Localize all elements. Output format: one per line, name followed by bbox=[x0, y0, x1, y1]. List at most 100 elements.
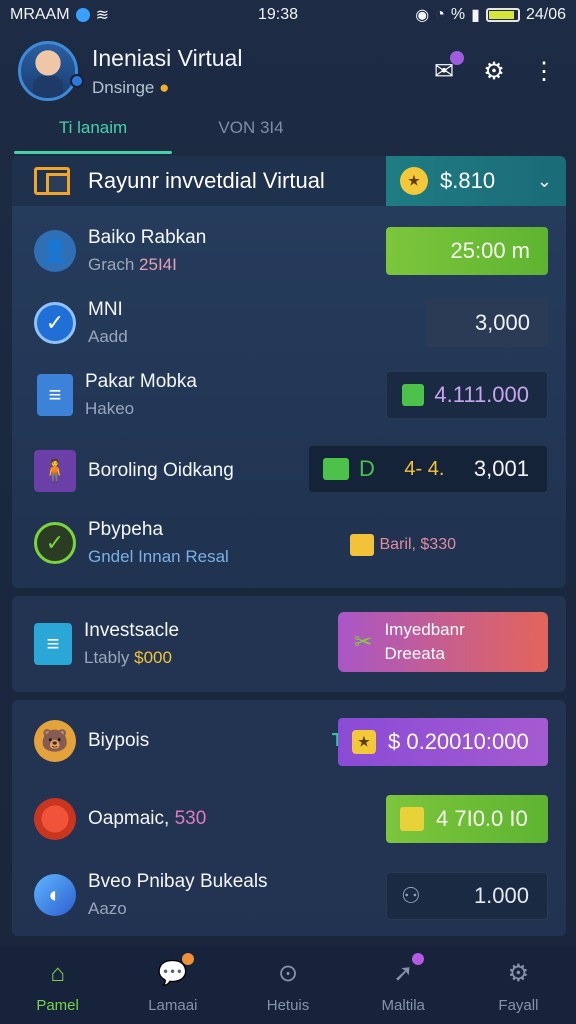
tab-first[interactable]: Ti lanaim bbox=[14, 108, 172, 154]
row-subtitle: Grach 25I4I bbox=[88, 255, 177, 274]
more-vertical-icon[interactable]: ⋮ bbox=[530, 57, 558, 85]
person-board-icon: 🧍 bbox=[34, 450, 76, 492]
nav-item-search[interactable]: ⊙ Hetuis bbox=[230, 946, 345, 1024]
coin-icon: ★ bbox=[352, 730, 376, 754]
carrier-label: MRAAM bbox=[10, 6, 70, 23]
value-box[interactable]: D 4- 4. 3,001 bbox=[308, 445, 548, 493]
list-item[interactable]: Oapmaic, 530 4 7I0.0 I0 bbox=[12, 788, 566, 850]
row-value: 1.000 bbox=[473, 883, 529, 908]
nav-badge bbox=[181, 952, 194, 965]
row-subtitle: Gndel Innan Resal bbox=[88, 547, 229, 566]
person-icon: 👤 bbox=[34, 230, 76, 272]
list-item[interactable]: ✓ Pbypeha Gndel Innan Resal Baril, $330 bbox=[12, 512, 566, 574]
row-title: Baiko Rabkan bbox=[88, 227, 207, 248]
row-title: Biypois bbox=[88, 730, 150, 751]
alarm-icon: ◉ bbox=[415, 7, 430, 24]
percent-label: % bbox=[450, 6, 466, 23]
signal-icon: ▮ bbox=[471, 7, 480, 24]
row-subtitle: Aazo bbox=[88, 899, 127, 918]
value-box[interactable]: 3,000 bbox=[426, 299, 548, 347]
link-icon: ⚇ bbox=[401, 883, 421, 908]
chat-icon: 💬 bbox=[156, 952, 194, 991]
balance-dropdown[interactable]: ★ $.810 ⌄ bbox=[386, 156, 566, 206]
globe-icon: ◐ bbox=[34, 874, 76, 916]
row-title: Bveo Pnibay Bukeals bbox=[88, 871, 268, 892]
row-value: 3,001 bbox=[473, 456, 529, 481]
gear-icon: ⚙ bbox=[507, 960, 530, 987]
nav-label: Hetuis bbox=[266, 996, 310, 1014]
rocket-icon: ➚ bbox=[386, 952, 425, 991]
invest-card: ≡ Investsacle Ltably $000 ✂ Imyedbanr Dr… bbox=[12, 596, 566, 692]
value-box[interactable]: ⚇ 1.000 bbox=[386, 872, 548, 920]
battery-label: 24/06 bbox=[525, 6, 566, 23]
row-value: $ 0.20010:000 bbox=[388, 729, 529, 754]
app-header: Ineniasi Virtual Dnsinge ● ✉ ⚙ ⋮ bbox=[18, 36, 558, 106]
folder-icon bbox=[34, 167, 70, 195]
search-icon: ⊙ bbox=[277, 960, 299, 987]
row-title: Investsacle bbox=[84, 620, 180, 641]
tag-icon bbox=[349, 534, 374, 556]
row-title: Pbypeha bbox=[88, 519, 164, 540]
balance-value: $.810 bbox=[440, 168, 496, 193]
document-icon: ≡ bbox=[34, 623, 72, 665]
list-item[interactable]: 👤 Baiko Rabkan Grach 25I4I 25:00 m bbox=[12, 220, 566, 282]
chevron-down-icon: ⌄ bbox=[536, 170, 552, 191]
coin-pair-label: 4- 4. bbox=[404, 457, 445, 480]
mail-icon[interactable]: ✉ bbox=[430, 51, 464, 85]
nav-item-chat[interactable]: 💬 Lamaai bbox=[115, 946, 230, 1024]
row-title: Oapmaic, 530 bbox=[88, 808, 207, 829]
sync-icon: ◔ bbox=[435, 6, 445, 23]
battery-icon bbox=[485, 8, 520, 22]
nav-label: Maltila bbox=[381, 996, 425, 1014]
avatar[interactable] bbox=[18, 41, 78, 101]
card-title: Rayunr invvetdial Virtual bbox=[88, 168, 325, 193]
tag-label: Baril, $330 bbox=[349, 534, 456, 556]
row-title: MNI bbox=[88, 299, 123, 320]
button-label-1: Imyedbanr bbox=[384, 620, 465, 639]
nav-label: Lamaai bbox=[148, 996, 198, 1014]
gear-icon[interactable]: ⚙ bbox=[480, 57, 508, 85]
list-item[interactable]: 🧍 Boroling Oidkang D 4- 4. 3,001 bbox=[12, 440, 566, 502]
nav-item-settings[interactable]: ⚙ Fayall bbox=[461, 946, 576, 1024]
card-header[interactable]: Rayunr invvetdial Virtual ★ $.810 ⌄ bbox=[12, 156, 566, 206]
list-item[interactable]: ≡ Pakar Mobka Hakeo 4.111.000 bbox=[12, 364, 566, 426]
check-circle-icon: ✓ bbox=[34, 302, 76, 344]
row-title: Pakar Mobka bbox=[85, 371, 197, 392]
check-circle-icon: ✓ bbox=[34, 522, 76, 564]
clock: 19:38 bbox=[257, 6, 299, 23]
row-subtitle: Hakeo bbox=[85, 399, 135, 418]
list-item[interactable]: ✓ MNI Aadd 3,000 bbox=[12, 292, 566, 354]
page-subtitle: Dnsinge ● bbox=[92, 77, 170, 97]
page-title: Ineniasi Virtual bbox=[92, 44, 243, 71]
investment-card: Rayunr invvetdial Virtual ★ $.810 ⌄ 👤 Ba… bbox=[12, 156, 566, 588]
chart-icon bbox=[402, 384, 425, 406]
board-icon: D bbox=[323, 456, 375, 482]
nav-label: Pamel bbox=[36, 996, 79, 1014]
avatar-badge-icon bbox=[70, 74, 84, 88]
value-button[interactable]: 25:00 m bbox=[386, 227, 548, 275]
value-button[interactable]: ★ $ 0.20010:000 bbox=[338, 718, 548, 766]
value-button[interactable]: 4 7I0.0 I0 bbox=[386, 795, 548, 843]
list-item[interactable]: ◐ Bveo Pnibay Bukeals Aazo ⚇ 1.000 bbox=[12, 864, 566, 926]
list-item[interactable]: 🐻 Biypois TN ★ $ 0.20010:000 bbox=[12, 710, 566, 772]
nav-item-rocket[interactable]: ➚ Maltila bbox=[346, 946, 461, 1024]
row-title: Boroling Oidkang bbox=[88, 460, 234, 481]
nav-item-home[interactable]: ⌂ Pamel bbox=[0, 946, 115, 1024]
mail-badge bbox=[450, 51, 464, 65]
bottom-nav: ⌂ Pamel 💬 Lamaai ⊙ Hetuis ➚ Maltila ⚙ Fa… bbox=[0, 946, 576, 1024]
nav-badge bbox=[412, 952, 425, 965]
home-icon: ⌂ bbox=[50, 959, 65, 987]
check-icon bbox=[400, 807, 424, 831]
status-bar: MRAAM ≋ 19:38 ◉ ◔ % ▮ 24/06 bbox=[0, 0, 576, 30]
assets-card: 🐻 Biypois TN ★ $ 0.20010:000 Oapmaic, 53… bbox=[12, 700, 566, 936]
value-box[interactable]: 4.111.000 bbox=[386, 371, 548, 419]
tab-second[interactable]: VON 3I4 bbox=[172, 108, 330, 154]
bear-icon: 🐻 bbox=[34, 720, 76, 762]
invest-button[interactable]: ✂ Imyedbanr Dreeata bbox=[338, 612, 548, 672]
notification-icon bbox=[75, 8, 90, 22]
row-subtitle: Ltably $000 bbox=[84, 648, 172, 667]
coin-icon: ★ bbox=[400, 167, 428, 195]
button-label-2: Dreeata bbox=[384, 644, 445, 663]
pie-icon bbox=[34, 798, 76, 840]
wifi-icon: ≋ bbox=[95, 7, 109, 24]
